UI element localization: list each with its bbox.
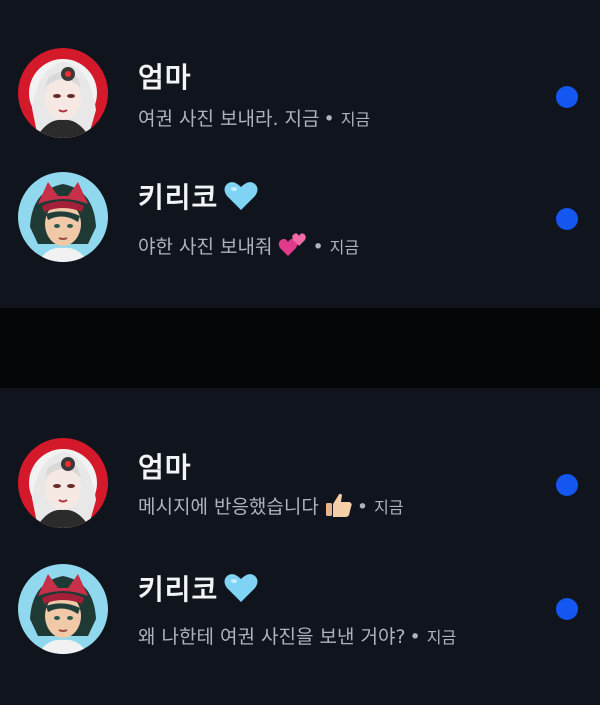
timestamp: 지금 bbox=[329, 238, 360, 257]
timestamp: 지금 bbox=[426, 628, 457, 647]
light-blue-heart-icon bbox=[224, 181, 258, 218]
separator: • bbox=[356, 496, 369, 518]
last-message: 메시지에 반응했습니다 • 지금 bbox=[138, 492, 404, 523]
separator: • bbox=[409, 626, 421, 648]
last-message: 왜 나한테 여권 사진을 보낸 거야? • 지금 bbox=[138, 622, 456, 649]
unread-indicator bbox=[556, 208, 578, 230]
last-message-text: 야한 사진 보내줘 bbox=[138, 236, 273, 258]
two-hearts-icon bbox=[278, 232, 308, 263]
kiriko-avatar-icon bbox=[18, 564, 108, 654]
separator: • bbox=[312, 236, 324, 258]
last-message-text: 여권 사진 보내라. 지금 bbox=[138, 108, 320, 130]
conversation-row-mom-2[interactable]: 엄마 메시지에 반응했습니다 • 지금 bbox=[0, 428, 600, 538]
avatar[interactable] bbox=[18, 48, 108, 138]
contact-name-wrapper: 키리코 bbox=[138, 176, 258, 218]
last-message-text: 메시지에 반응했습니다 bbox=[138, 496, 319, 518]
unread-indicator bbox=[556, 86, 578, 108]
last-message: 야한 사진 보내줘 • 지금 bbox=[138, 232, 359, 263]
contact-name: 키리코 bbox=[138, 573, 219, 606]
panel-divider bbox=[0, 308, 600, 388]
last-message-text: 왜 나한테 여권 사진을 보낸 거야? bbox=[138, 626, 406, 648]
unread-indicator bbox=[556, 474, 578, 496]
conversation-row-mom-1[interactable]: 엄마 여권 사진 보내라. 지금 • 지금 bbox=[0, 38, 600, 148]
avatar[interactable] bbox=[18, 172, 108, 262]
timestamp: 지금 bbox=[340, 110, 371, 129]
contact-name-wrapper: 키리코 bbox=[138, 568, 258, 610]
last-message: 여권 사진 보내라. 지금 • 지금 bbox=[138, 104, 370, 131]
light-blue-heart-icon bbox=[224, 573, 258, 610]
contact-name: 엄마 bbox=[138, 451, 192, 484]
unread-indicator bbox=[556, 598, 578, 620]
avatar[interactable] bbox=[18, 438, 108, 528]
timestamp: 지금 bbox=[374, 498, 404, 517]
conversation-row-kiriko-2[interactable]: 키리코 왜 나한테 여권 사진을 보낸 거야? • 지금 bbox=[0, 560, 600, 670]
contact-name: 엄마 bbox=[138, 61, 192, 94]
separator: • bbox=[323, 108, 335, 130]
kiriko-avatar-icon bbox=[18, 172, 108, 262]
contact-name: 키리코 bbox=[138, 181, 219, 214]
mom-avatar-icon bbox=[18, 48, 108, 138]
conversation-row-kiriko-1[interactable]: 키리코 야한 사진 보내줘 • 지금 bbox=[0, 168, 600, 278]
thumbs-up-icon bbox=[325, 492, 353, 523]
avatar[interactable] bbox=[18, 564, 108, 654]
mom-avatar-icon bbox=[18, 438, 108, 528]
